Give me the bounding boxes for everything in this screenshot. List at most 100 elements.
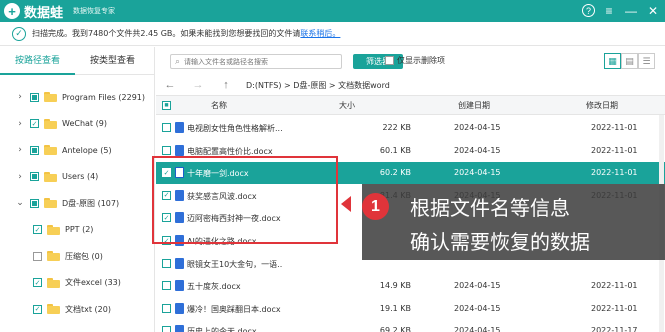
- row-checkbox[interactable]: [162, 281, 171, 291]
- tree-checkbox[interactable]: ✓: [33, 304, 42, 314]
- only-deleted-checkbox[interactable]: [385, 56, 394, 65]
- tree-item-label: PPT (2): [65, 225, 94, 234]
- row-checkbox[interactable]: [162, 123, 171, 132]
- table-row[interactable]: 历史上的今天.docx 69.2 KB 2024-04-15 2022-11-17: [156, 320, 665, 332]
- minimize-icon[interactable]: —: [623, 3, 639, 19]
- file-name: 电脑配置高性价比.docx: [187, 146, 273, 156]
- breadcrumb: D:(NTFS) > D盘-原图 > 文档数据word: [246, 80, 390, 90]
- word-file-icon: [175, 280, 184, 292]
- chevron-icon[interactable]: ⌄: [15, 198, 25, 208]
- tree-item[interactable]: 压缩包 (0): [14, 245, 103, 267]
- step-number-badge: 1: [362, 193, 389, 220]
- tree-checkbox[interactable]: [30, 92, 39, 102]
- folder-icon: [44, 198, 57, 208]
- header-name[interactable]: 名称: [211, 100, 227, 111]
- tree-item[interactable]: › Users (4): [15, 166, 98, 188]
- tree-item-label: D盘-原图 (107): [62, 198, 120, 208]
- chevron-icon[interactable]: ›: [15, 172, 25, 182]
- search-icon: ⌕: [175, 56, 181, 66]
- tree-item[interactable]: ✓ 文件excel (33): [14, 272, 121, 294]
- folder-icon: [44, 92, 57, 102]
- tab-by-path[interactable]: 按路径查看: [0, 47, 75, 75]
- table-row[interactable]: 五十度灰.docx 14.9 KB 2024-04-15 2022-11-01: [156, 275, 665, 297]
- file-toolbar: ⌕ 筛选器 仅显示删除项 ▦ ▤ ☰: [156, 47, 665, 75]
- tree-item[interactable]: ⌄ D盘-原图 (107): [15, 192, 119, 214]
- app-logo: + 数据蛙 数据恢复专家: [4, 2, 115, 21]
- app-name: 数据蛙: [24, 5, 64, 21]
- row-checkbox[interactable]: [162, 145, 171, 155]
- close-icon[interactable]: ✕: [645, 3, 661, 19]
- tree-item-label: Antelope (5): [62, 145, 112, 155]
- tree-item[interactable]: ✓ PPT (2): [14, 219, 93, 241]
- back-arrow-icon[interactable]: ←: [160, 79, 180, 91]
- tree-checkbox[interactable]: [30, 198, 39, 208]
- tree-checkbox[interactable]: ✓: [33, 278, 42, 287]
- file-size: 60.2 KB: [379, 168, 411, 178]
- tree-item-label: 压缩包 (0): [65, 251, 103, 261]
- forward-arrow-icon[interactable]: →: [188, 79, 208, 91]
- modified-date: 2022-11-01: [591, 281, 638, 291]
- search-box[interactable]: ⌕: [170, 54, 342, 69]
- word-file-icon: [175, 302, 184, 314]
- created-date: 2024-04-15: [454, 281, 501, 291]
- highlight-box: [152, 156, 338, 244]
- tree-item[interactable]: › ✓ WeChat (9): [15, 113, 107, 135]
- header-modified[interactable]: 修改日期: [586, 100, 618, 111]
- tree-checkbox[interactable]: [33, 251, 42, 261]
- list-view-icon[interactable]: ▤: [621, 53, 638, 69]
- contact-link[interactable]: 联系稍后。: [300, 28, 340, 39]
- tree-checkbox[interactable]: [30, 145, 39, 155]
- grid-view-icon[interactable]: ▦: [604, 53, 621, 69]
- row-checkbox[interactable]: [162, 326, 171, 332]
- table-row[interactable]: 电视剧女性角色性格解析... 222 KB 2024-04-15 2022-11-01: [156, 117, 665, 139]
- instruction-callout: 1 根据文件名等信息 确认需要恢复的数据: [362, 184, 665, 260]
- search-input[interactable]: [184, 57, 335, 66]
- folder-icon: [44, 118, 57, 129]
- table-row[interactable]: 爆冷！国奥踩翻日本.docx 19.1 KB 2024-04-15 2022-11-0…: [156, 298, 665, 320]
- chevron-icon[interactable]: ›: [15, 145, 25, 155]
- title-bar: + 数据蛙 数据恢复专家 ? ≡ — ✕: [0, 0, 665, 22]
- folder-icon: [44, 171, 57, 182]
- file-name: 五十度灰.docx: [187, 282, 241, 292]
- detail-view-icon[interactable]: ☰: [638, 53, 655, 69]
- scan-status-bar: ✓ 扫描完成。我到7480个文件共2.45 GB。如果未能找到您想要找回的文件请…: [0, 22, 665, 46]
- callout-text-line1: 根据文件名等信息: [410, 196, 570, 220]
- tree-item[interactable]: › Program Files (2291): [15, 86, 145, 108]
- folder-icon: [47, 304, 60, 314]
- row-checkbox[interactable]: [162, 258, 171, 268]
- file-size: 60.1 KB: [379, 145, 411, 155]
- chevron-icon[interactable]: ›: [15, 92, 25, 102]
- tree-item[interactable]: › Antelope (5): [15, 139, 112, 161]
- menu-icon[interactable]: ≡: [601, 3, 617, 19]
- tree-item-label: 文件excel (33): [65, 278, 121, 287]
- header-created[interactable]: 创建日期: [458, 100, 490, 111]
- help-icon[interactable]: ?: [582, 4, 595, 17]
- created-date: 2024-04-15: [454, 168, 501, 178]
- tree-checkbox[interactable]: ✓: [33, 225, 42, 234]
- tree-checkbox[interactable]: [30, 172, 39, 181]
- file-name: 历史上的今天.docx: [187, 327, 257, 332]
- tab-by-type[interactable]: 按类型查看: [75, 47, 150, 75]
- file-name: 电视剧女性角色性格解析...: [187, 124, 282, 133]
- word-file-icon: [175, 144, 184, 156]
- only-deleted-toggle[interactable]: 仅显示删除项: [385, 55, 445, 66]
- modified-date: 2022-11-01: [591, 303, 638, 313]
- folder-icon: [47, 277, 60, 288]
- folder-icon: [47, 224, 60, 235]
- row-checkbox[interactable]: [162, 303, 171, 313]
- tree-checkbox[interactable]: ✓: [30, 119, 39, 128]
- modified-date: 2022-11-01: [591, 145, 638, 155]
- up-arrow-icon[interactable]: ↑: [216, 79, 236, 91]
- header-size[interactable]: 大小: [339, 100, 355, 111]
- chevron-icon[interactable]: ›: [15, 119, 25, 129]
- created-date: 2024-04-15: [454, 303, 501, 313]
- sidebar-tabs: 按路径查看 按类型查看: [0, 47, 154, 75]
- folder-icon: [47, 251, 60, 261]
- view-mode-switch: ▦ ▤ ☰: [604, 53, 655, 69]
- select-all-checkbox[interactable]: ■: [162, 101, 171, 110]
- only-deleted-label: 仅显示删除项: [397, 56, 445, 65]
- tree-item-label: WeChat (9): [62, 119, 107, 128]
- table-header: ■ 名称 大小 创建日期 修改日期: [156, 95, 665, 115]
- tree-item-label: Users (4): [62, 172, 99, 181]
- tree-item[interactable]: ✓ 文档txt (20): [14, 298, 111, 320]
